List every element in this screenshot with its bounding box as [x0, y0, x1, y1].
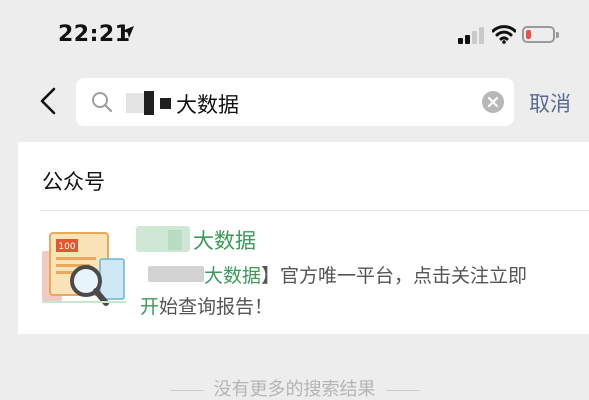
no-more-results: 没有更多的搜索结果 — [0, 375, 589, 400]
description-highlight: 开 — [140, 296, 160, 318]
wifi-icon — [492, 25, 516, 44]
divider — [40, 210, 589, 211]
clear-icon[interactable] — [482, 91, 504, 113]
account-description: 大数据】官方唯一平台，点击关注立即 — [204, 261, 527, 288]
location-arrow-icon — [122, 26, 134, 38]
cancel-button[interactable]: 取消 — [529, 88, 571, 118]
redacted-block — [160, 98, 171, 109]
report-magnifier-icon[interactable]: 100 — [40, 229, 128, 309]
redacted-block — [168, 230, 182, 250]
description-text: 】官方唯一平台，点击关注立即 — [261, 265, 528, 287]
redacted-block — [144, 91, 154, 115]
search-icon — [92, 92, 113, 113]
account-name[interactable]: 大数据 — [193, 225, 256, 255]
divider-line — [385, 389, 420, 391]
redacted-block — [148, 266, 204, 282]
redacted-block — [126, 93, 144, 113]
signal-icon — [458, 26, 486, 44]
no-more-text: 没有更多的搜索结果 — [213, 379, 376, 400]
search-screen: 22:21 大数据 取消 公众号 100 大数据 大数据】官方唯一平台，点击关注… — [0, 0, 589, 400]
status-time: 22:21 — [58, 22, 131, 47]
results-section: 公众号 100 大数据 大数据】官方唯一平台，点击关注立即 开始查询报告！ — [18, 142, 589, 334]
divider-line — [169, 389, 204, 391]
battery-icon — [522, 26, 559, 43]
back-button[interactable] — [36, 86, 62, 116]
description-text: 始查询报告！ — [159, 296, 274, 318]
section-title: 公众号 — [42, 170, 105, 194]
battery-level — [526, 30, 531, 39]
search-query: 大数据 — [176, 93, 239, 117]
description-highlight: 大数据 — [204, 265, 262, 287]
status-bar: 22:21 — [0, 0, 589, 68]
search-input[interactable]: 大数据 — [76, 78, 514, 126]
avatar-label: 100 — [58, 242, 75, 252]
account-description-line2: 开始查询报告！ — [140, 292, 273, 319]
